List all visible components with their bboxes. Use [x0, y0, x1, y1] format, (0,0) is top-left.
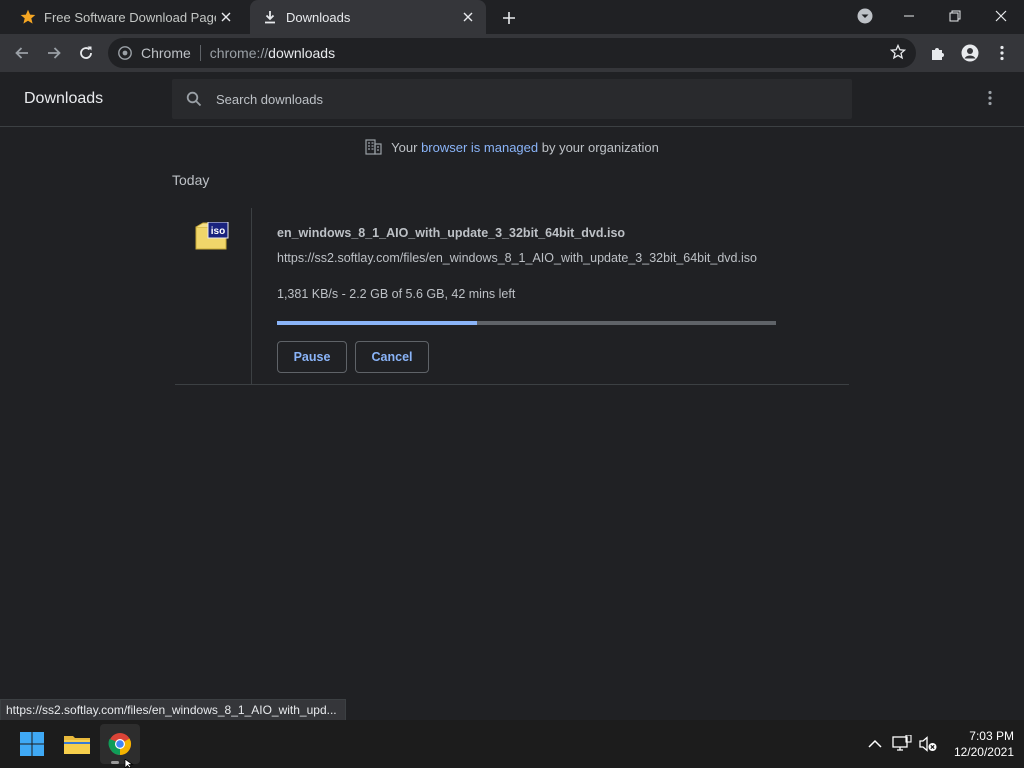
download-url[interactable]: https://ss2.softlay.com/files/en_windows…: [277, 251, 775, 265]
download-item: iso en_windows_8_1_AIO_with_update_3_32b…: [175, 208, 849, 385]
close-tab-icon[interactable]: [216, 7, 236, 27]
tab-search-button[interactable]: [842, 0, 888, 32]
system-clock[interactable]: 7:03 PM 12/20/2021: [944, 728, 1014, 760]
tab-title: Free Software Download Page - S: [44, 9, 216, 25]
file-icon-column: iso: [175, 208, 252, 384]
minimize-button[interactable]: [886, 0, 932, 32]
taskbar: 7:03 PM 12/20/2021: [0, 720, 1024, 768]
link-status-bubble: https://ss2.softlay.com/files/en_windows…: [0, 699, 346, 721]
mouse-cursor-icon: [124, 759, 134, 768]
download-progress-bar: [277, 321, 776, 325]
speaker-muted-icon[interactable]: [916, 732, 940, 756]
site-info-chip[interactable]: Chrome: [118, 45, 191, 61]
tab-strip: Free Software Download Page - S Download…: [0, 0, 1024, 34]
arrow-right-icon: [48, 47, 61, 59]
managed-notice: Your browser is managed by your organiza…: [0, 139, 1024, 155]
reload-icon: [80, 46, 92, 59]
more-actions-icon[interactable]: [980, 88, 1000, 108]
windows-start-icon[interactable]: [12, 724, 52, 764]
download-progress-fill: [277, 321, 477, 325]
downloads-header: Downloads: [0, 72, 1024, 127]
managed-suffix: by your organization: [538, 139, 659, 155]
url-scheme: chrome://: [209, 45, 269, 61]
back-button[interactable]: [8, 39, 36, 67]
chrome-icon[interactable]: [100, 724, 140, 764]
divider: [199, 45, 201, 61]
file-explorer-icon[interactable]: [57, 724, 97, 764]
iso-icon-label: iso: [211, 226, 225, 237]
tab-free-software[interactable]: Free Software Download Page - S: [8, 0, 244, 34]
clock-time: 7:03 PM: [969, 729, 1014, 743]
browser-toolbar: Chrome chrome://downloads: [0, 34, 1024, 72]
address-bar[interactable]: Chrome chrome://downloads: [108, 38, 916, 68]
search-icon[interactable]: [186, 91, 202, 107]
download-status: 1,381 KB/s - 2.2 GB of 5.6 GB, 42 mins l…: [277, 287, 516, 301]
new-tab-button[interactable]: [498, 7, 520, 29]
download-filename[interactable]: en_windows_8_1_AIO_with_update_3_32bit_6…: [277, 226, 625, 240]
url-host: downloads: [268, 45, 336, 61]
extensions-icon[interactable]: [927, 42, 949, 64]
close-window-button[interactable]: [978, 0, 1024, 32]
chrome-site-icon: [118, 46, 132, 60]
restore-button[interactable]: [932, 0, 978, 32]
download-icon: [262, 9, 278, 25]
close-tab-icon[interactable]: [458, 7, 478, 27]
reload-button[interactable]: [72, 39, 100, 67]
forward-button[interactable]: [40, 39, 68, 67]
chevron-down-icon: [857, 8, 873, 24]
active-app-indicator: [111, 761, 119, 764]
date-section-label: Today: [172, 172, 210, 188]
bookmark-star-icon[interactable]: [889, 43, 907, 63]
iso-file-icon: iso: [195, 221, 229, 252]
chevron-up-icon[interactable]: [863, 732, 887, 756]
site-chip-label: Chrome: [141, 45, 191, 61]
arrow-left-icon: [15, 47, 28, 59]
managed-link[interactable]: browser is managed: [421, 140, 538, 155]
tab-title: Downloads: [286, 9, 351, 25]
tab-downloads[interactable]: Downloads: [250, 0, 486, 34]
clock-date: 12/20/2021: [953, 745, 1014, 759]
building-icon: [365, 139, 382, 155]
pause-button[interactable]: Pause: [277, 341, 347, 373]
managed-prefix: Your: [391, 139, 422, 155]
search-input[interactable]: [216, 91, 776, 107]
page-title: Downloads: [24, 90, 104, 107]
network-icon[interactable]: [890, 732, 914, 756]
cancel-button[interactable]: Cancel: [355, 341, 429, 373]
chrome-menu-icon[interactable]: [991, 42, 1013, 64]
search-bar[interactable]: [172, 79, 852, 119]
star-icon: [20, 9, 36, 25]
profile-avatar-icon[interactable]: [959, 42, 981, 64]
